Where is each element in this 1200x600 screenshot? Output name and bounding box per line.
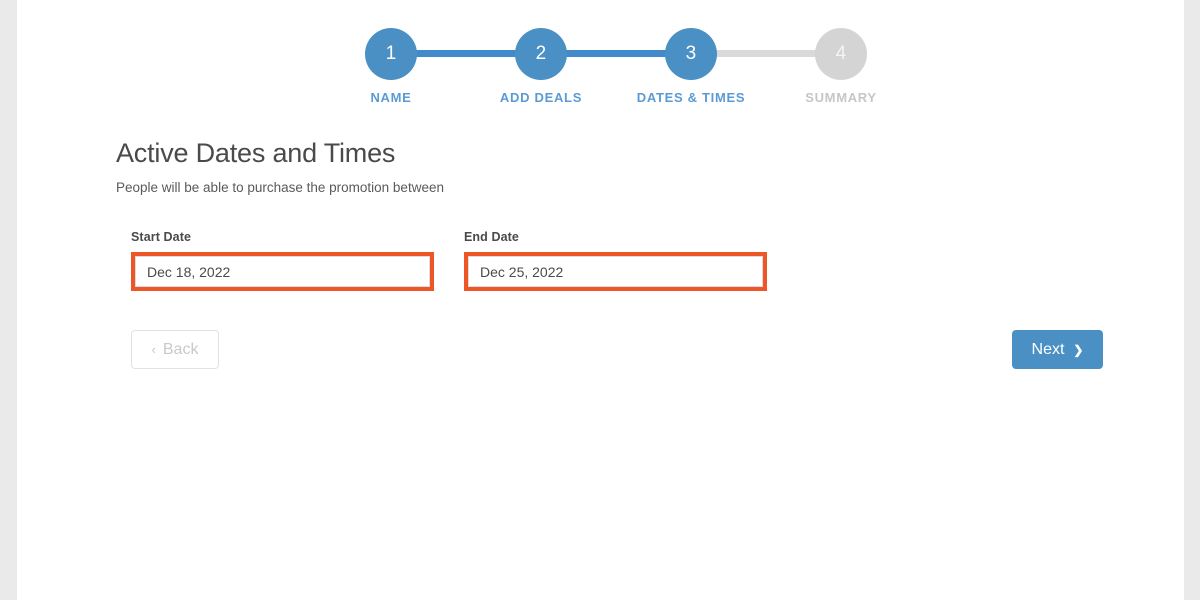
- wizard-nav-row: ‹ Back Next ❯: [116, 330, 1126, 374]
- stepper-step-number-3[interactable]: 3: [665, 28, 717, 80]
- stepper-track: 1 NAME 2 ADD DEALS 3 DATES & TIMES 4 SUM…: [349, 28, 876, 105]
- start-date-label: Start Date: [131, 230, 192, 244]
- stepper-step-dates-and-times[interactable]: 3 DATES & TIMES: [637, 28, 745, 105]
- stepper-step-number-2[interactable]: 2: [515, 28, 567, 80]
- stepper-step-name[interactable]: 1 NAME: [365, 28, 417, 105]
- stepper-step-label-dates-and-times: DATES & TIMES: [636, 90, 746, 105]
- page-title: Active Dates and Times: [116, 138, 396, 168]
- start-date-input[interactable]: [135, 256, 430, 287]
- stepper-step-label-name: NAME: [370, 90, 412, 105]
- end-date-input[interactable]: [468, 256, 763, 287]
- wizard-stepper: 1 NAME 2 ADD DEALS 3 DATES & TIMES 4 SUM…: [17, 0, 1184, 120]
- stepper-step-label-add-deals: ADD DEALS: [499, 90, 583, 105]
- main-content: Active Dates and Times People will be ab…: [116, 136, 1126, 374]
- back-button[interactable]: ‹ Back: [131, 330, 219, 369]
- start-date-highlight-box: [131, 252, 434, 291]
- stepper-step-summary[interactable]: 4 SUMMARY: [805, 28, 876, 105]
- stepper-step-number-4[interactable]: 4: [815, 28, 867, 80]
- stepper-step-number-1[interactable]: 1: [365, 28, 417, 80]
- stepper-step-add-deals[interactable]: 2 ADD DEALS: [500, 28, 581, 105]
- end-date-highlight-box: [464, 252, 767, 291]
- start-date-field-group: Start Date: [131, 230, 434, 291]
- next-button[interactable]: Next ❯: [1012, 330, 1103, 369]
- chevron-left-icon: ‹: [151, 342, 156, 357]
- page-subtitle: People will be able to purchase the prom…: [116, 180, 444, 195]
- end-date-field-group: End Date: [464, 230, 767, 291]
- date-range-row: Start Date End Date: [116, 230, 1126, 308]
- stepper-step-label-summary: SUMMARY: [805, 90, 877, 105]
- next-button-label: Next: [1031, 340, 1065, 358]
- end-date-label: End Date: [464, 230, 519, 244]
- app-root: 1 NAME 2 ADD DEALS 3 DATES & TIMES 4 SUM…: [0, 0, 1200, 600]
- back-button-label: Back: [162, 340, 199, 358]
- page-sheet: 1 NAME 2 ADD DEALS 3 DATES & TIMES 4 SUM…: [17, 0, 1184, 600]
- chevron-right-icon: ❯: [1073, 342, 1084, 357]
